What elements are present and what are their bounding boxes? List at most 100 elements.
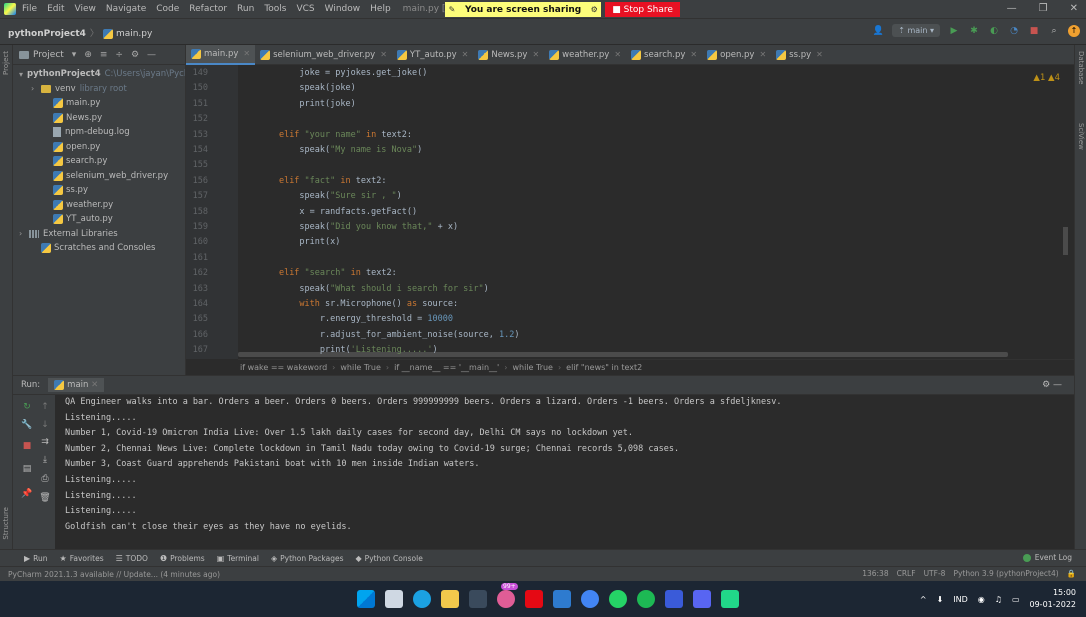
menu-view[interactable]: View [75, 4, 96, 14]
lock-icon[interactable]: 🔒 [1067, 569, 1076, 578]
run-console[interactable]: QA Engineer walks into a bar. Orders a b… [55, 395, 1074, 549]
scroll-up-icon[interactable]: ↑ [39, 401, 51, 413]
scroll-end-icon[interactable]: ⤓ [39, 454, 51, 466]
notion-icon[interactable] [469, 590, 487, 608]
menu-window[interactable]: Window [325, 4, 361, 14]
menu-file[interactable]: File [22, 4, 37, 14]
project-view-select[interactable]: Project [33, 50, 64, 60]
gear-icon[interactable]: ⚙ — [1042, 380, 1062, 390]
close-icon[interactable]: ✕ [1070, 3, 1078, 14]
update-icon[interactable]: ↑ [1068, 24, 1080, 37]
chevron-up-icon[interactable]: ^ [920, 595, 927, 604]
close-icon[interactable]: ✕ [243, 49, 250, 58]
nav-project[interactable]: pythonProject4 [8, 29, 86, 39]
editor-scrollbar[interactable] [1063, 227, 1068, 255]
code-breadcrumb-item[interactable]: elif "news" in text2 [566, 363, 642, 372]
code-breadcrumb-item[interactable]: if wake == wakeword [240, 363, 327, 372]
edge-icon[interactable] [413, 590, 431, 608]
share-drag-icon[interactable]: ✎ [445, 2, 459, 17]
favorites-tool-tab[interactable]: ★ Favorites [60, 554, 104, 563]
structure-tool-tab[interactable]: Structure [2, 507, 10, 540]
code-line[interactable]: r.adjust_for_ambient_noise(source, 1.2) [238, 330, 520, 340]
tree-item[interactable]: ss.py [13, 183, 185, 198]
stop-share-button[interactable]: ■ Stop Share [605, 2, 680, 17]
file-encoding[interactable]: UTF-8 [924, 569, 946, 578]
code-line[interactable]: elif "search" in text2: [238, 268, 397, 278]
scroll-down-icon[interactable]: ↓ [39, 419, 51, 431]
tab-yt_auto-py[interactable]: YT_auto.py ✕ [392, 45, 473, 65]
user-icon[interactable]: 👤 [872, 25, 884, 37]
menu-run[interactable]: Run [237, 4, 254, 14]
run-icon[interactable]: ▶ [948, 25, 960, 37]
menu-refactor[interactable]: Refactor [189, 4, 227, 14]
tree-item[interactable]: Scratches and Consoles [13, 241, 185, 256]
code-line[interactable]: joke = pyjokes.get_joke() [238, 68, 427, 78]
tab-main-py[interactable]: main.py ✕ [186, 44, 256, 65]
python-console-tool-tab[interactable]: ◆ Python Console [356, 554, 423, 563]
close-icon[interactable]: ✕ [614, 50, 621, 59]
tree-item[interactable]: search.py [13, 154, 185, 169]
code-line[interactable]: print(x) [238, 237, 340, 247]
hide-icon[interactable]: — [147, 50, 156, 60]
caret-position[interactable]: 136:38 [862, 569, 888, 578]
code-breadcrumb-item[interactable]: while True [340, 363, 381, 372]
problems-tool-tab[interactable]: ❶ Problems [160, 554, 205, 563]
inspection-warnings[interactable]: ▲1 ▲4 [1033, 73, 1060, 83]
tree-item[interactable]: › External Libraries [13, 227, 185, 242]
tree-item[interactable]: weather.py [13, 198, 185, 213]
chrome-icon[interactable] [581, 590, 599, 608]
gear-icon[interactable]: ⚙ [131, 50, 139, 60]
code-line[interactable]: with sr.Microphone() as source: [238, 299, 458, 309]
battery-icon[interactable]: ▭ [1012, 595, 1020, 604]
tree-item[interactable]: News.py [13, 111, 185, 126]
task-view-icon[interactable] [385, 590, 403, 608]
line-separator[interactable]: CRLF [897, 569, 916, 578]
code-line[interactable]: speak("Sure sir , ") [238, 191, 401, 201]
stop-icon[interactable]: ■ [1028, 25, 1040, 37]
tab-ss-py[interactable]: ss.py ✕ [771, 45, 828, 65]
tree-item[interactable]: ▾ pythonProject4 C:\Users\jayan\Pych [13, 67, 185, 82]
spotify-icon[interactable] [637, 590, 655, 608]
tab-search-py[interactable]: search.py ✕ [626, 45, 702, 65]
todo-tool-tab[interactable]: ☰ TODO [116, 554, 148, 563]
nav-file[interactable]: main.py [116, 29, 152, 39]
close-icon[interactable]: ✕ [816, 50, 823, 59]
tab-selenium_web_driver-py[interactable]: selenium_web_driver.py ✕ [255, 45, 392, 65]
code-line[interactable]: speak("Did you know that," + x) [238, 222, 458, 232]
run-tab-main[interactable]: main ✕ [48, 378, 105, 392]
code-line[interactable]: elif "fact" in text2: [238, 176, 387, 186]
python-packages-tool-tab[interactable]: ◈ Python Packages [271, 554, 344, 563]
menu-code[interactable]: Code [156, 4, 179, 14]
file-explorer-icon[interactable] [441, 590, 459, 608]
code-line[interactable]: print('Listening.....') [238, 345, 438, 355]
wifi-icon[interactable]: ◉ [978, 595, 985, 604]
close-icon[interactable]: ✕ [91, 380, 98, 390]
status-message[interactable]: PyCharm 2021.1.3 available // Update... … [8, 570, 220, 579]
close-icon[interactable]: ✕ [380, 50, 387, 59]
code-breadcrumb-item[interactable]: while True [512, 363, 553, 372]
chevron-right-icon[interactable]: › [19, 229, 29, 238]
chat-icon[interactable]: 99+ [497, 583, 518, 608]
tab-weather-py[interactable]: weather.py ✕ [544, 45, 626, 65]
share-settings-icon[interactable]: ⚙ [587, 2, 602, 17]
menu-tools[interactable]: Tools [264, 4, 286, 14]
menu-edit[interactable]: Edit [47, 4, 64, 14]
close-icon[interactable]: ✕ [532, 50, 539, 59]
tree-item[interactable]: › venv library root [13, 82, 185, 97]
profile-icon[interactable]: ◔ [1008, 25, 1020, 37]
volume-icon[interactable]: ♫ [995, 595, 1002, 604]
tree-item[interactable]: main.py [13, 96, 185, 111]
maximize-icon[interactable]: ❐ [1039, 3, 1048, 14]
tree-item[interactable]: YT_auto.py [13, 212, 185, 227]
menu-vcs[interactable]: VCS [296, 4, 314, 14]
tree-item[interactable]: npm-debug.log [13, 125, 185, 140]
sciview-tool-tab[interactable]: SciView [1077, 123, 1085, 150]
close-icon[interactable]: ✕ [462, 50, 469, 59]
code-line[interactable]: speak(joke) [238, 83, 355, 93]
run-tool-tab[interactable]: ▶ Run [24, 554, 48, 563]
tray-app-icon[interactable]: ⬇ [937, 595, 944, 604]
code-line[interactable]: speak("What should i search for sir") [238, 284, 488, 294]
vscode-icon[interactable] [665, 590, 683, 608]
trash-icon[interactable]: 🗑 [39, 492, 51, 504]
rerun-icon[interactable]: ↻ [21, 401, 33, 413]
